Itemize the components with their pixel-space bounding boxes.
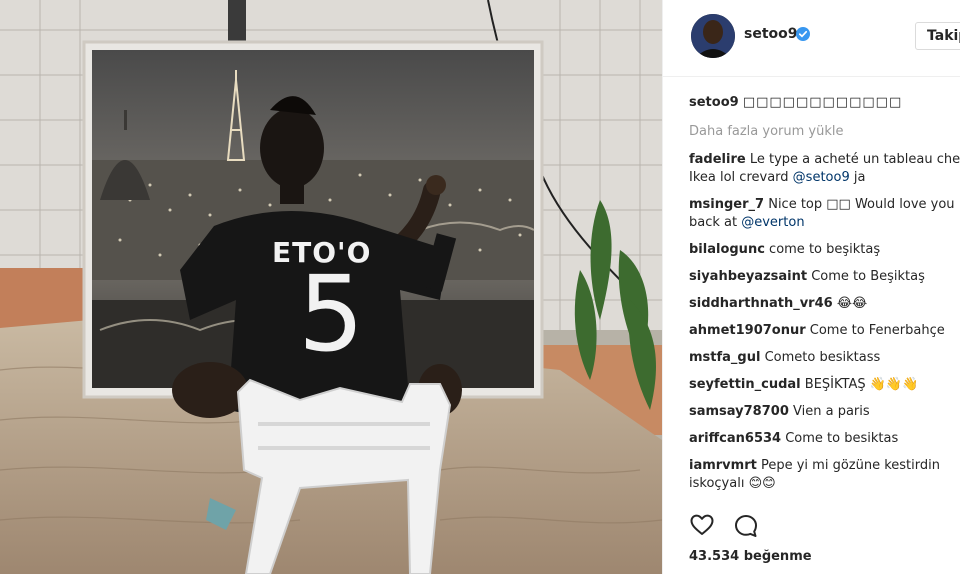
post-caption: setoo9 □□□□□□□□□□□□	[689, 95, 902, 110]
comment-list: fadelire Le type a acheté un tableau che…	[689, 151, 960, 502]
comment-username[interactable]: ariffcan6534	[689, 431, 781, 446]
action-bar	[689, 512, 949, 542]
comment-item: mstfa_gul Cometo besiktass	[689, 349, 960, 367]
comment-item: iamrvmrt Pepe yi mi gözüne kestirdin isk…	[689, 457, 960, 493]
comment-text-line2: back at	[689, 215, 742, 230]
comment-username[interactable]: ahmet1907onur	[689, 323, 806, 338]
caption-text: □□□□□□□□□□□□	[742, 95, 903, 110]
header-username[interactable]: setoo9	[744, 26, 798, 42]
comment-item: msinger_7 Nice top □□ Would love you bac…	[689, 196, 960, 232]
comment-item: siyahbeyazsaint Come to Beşiktaş	[689, 268, 960, 286]
follow-button[interactable]: Takip	[915, 22, 960, 50]
load-more-comments[interactable]: Daha fazla yorum yükle	[689, 124, 844, 139]
comment-username[interactable]: iamrvmrt	[689, 458, 757, 473]
comment-item: fadelire Le type a acheté un tableau che…	[689, 151, 960, 187]
comment-text: Vien a paris	[793, 404, 870, 419]
post-sidebar: setoo9 Takip setoo9 □□□□□□□□□□□□ Daha fa…	[662, 0, 960, 574]
comment-text: Nice top □□ Would love you	[768, 197, 955, 212]
post-header: setoo9 Takip	[663, 0, 960, 77]
post-photo[interactable]: ETO'O 5	[0, 0, 662, 574]
comment-username[interactable]: bilalogunc	[689, 242, 765, 257]
comment-item: samsay78700 Vien a paris	[689, 403, 960, 421]
comment-username[interactable]: fadelire	[689, 152, 746, 167]
comment-item: bilalogunc come to beşiktaş	[689, 241, 960, 259]
comment-username[interactable]: samsay78700	[689, 404, 789, 419]
verified-icon	[796, 27, 810, 41]
comment-text: BEŞİKTAŞ 👋👋👋	[804, 377, 919, 392]
caption-username[interactable]: setoo9	[689, 95, 739, 110]
comment-username[interactable]: msinger_7	[689, 197, 764, 212]
jersey-number: 5	[298, 253, 365, 375]
comment-item: siddharthnath_vr46 😂😂	[689, 295, 960, 313]
comment-username[interactable]: siddharthnath_vr46	[689, 296, 833, 311]
comment-text: come to beşiktaş	[769, 242, 881, 257]
comment-mention[interactable]: @everton	[741, 215, 804, 230]
comment-text: 😂😂	[836, 296, 868, 311]
comment-username[interactable]: siyahbeyazsaint	[689, 269, 807, 284]
comment-item: ariffcan6534 Come to besiktas	[689, 430, 960, 448]
like-count[interactable]: 43.534 beğenme	[689, 549, 812, 564]
avatar-image	[691, 14, 735, 58]
comment-username[interactable]: mstfa_gul	[689, 350, 760, 365]
comment-text: Come to Fenerbahçe	[809, 323, 945, 338]
comment-username[interactable]: seyfettin_cudal	[689, 377, 801, 392]
comment-item: seyfettin_cudal BEŞİKTAŞ 👋👋👋	[689, 376, 960, 394]
avatar[interactable]	[691, 14, 735, 58]
comment-text-after: ja	[849, 170, 866, 185]
comment-mention[interactable]: @setoo9	[793, 170, 850, 185]
comment-text-line2: iskoçyalı 😊😊	[689, 476, 776, 491]
comment-text: Come to besiktas	[785, 431, 899, 446]
heart-icon[interactable]	[689, 512, 715, 538]
comment-text: Come to Beşiktaş	[811, 269, 925, 284]
comment-text: Le type a acheté un tableau chez	[749, 152, 960, 167]
comment-bubble-icon[interactable]	[733, 513, 759, 539]
comment-text: Cometo besiktass	[764, 350, 881, 365]
comment-item: ahmet1907onur Come to Fenerbahçe	[689, 322, 960, 340]
comment-text-line2: Ikea lol crevard	[689, 170, 793, 185]
comment-text: Pepe yi mi gözüne kestirdin	[760, 458, 940, 473]
